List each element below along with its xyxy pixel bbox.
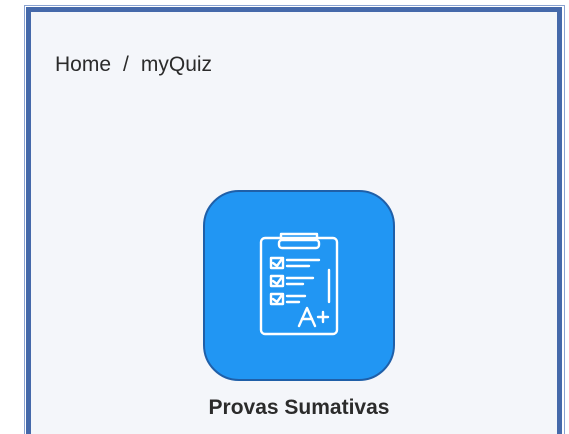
breadcrumb-separator: / [123,53,129,76]
breadcrumb-home-link[interactable]: Home [55,53,111,77]
breadcrumb-current: myQuiz [140,53,213,76]
app-icon-button[interactable] [203,190,395,381]
app-tile-provas-sumativas[interactable]: Provas Sumativas [189,190,409,420]
quiz-checklist-icon [259,232,339,335]
app-label[interactable]: Provas Sumativas [209,396,390,420]
breadcrumb: Home / myQuiz [55,53,212,77]
content-panel: Home / myQuiz Provas Sumativas [26,7,562,434]
